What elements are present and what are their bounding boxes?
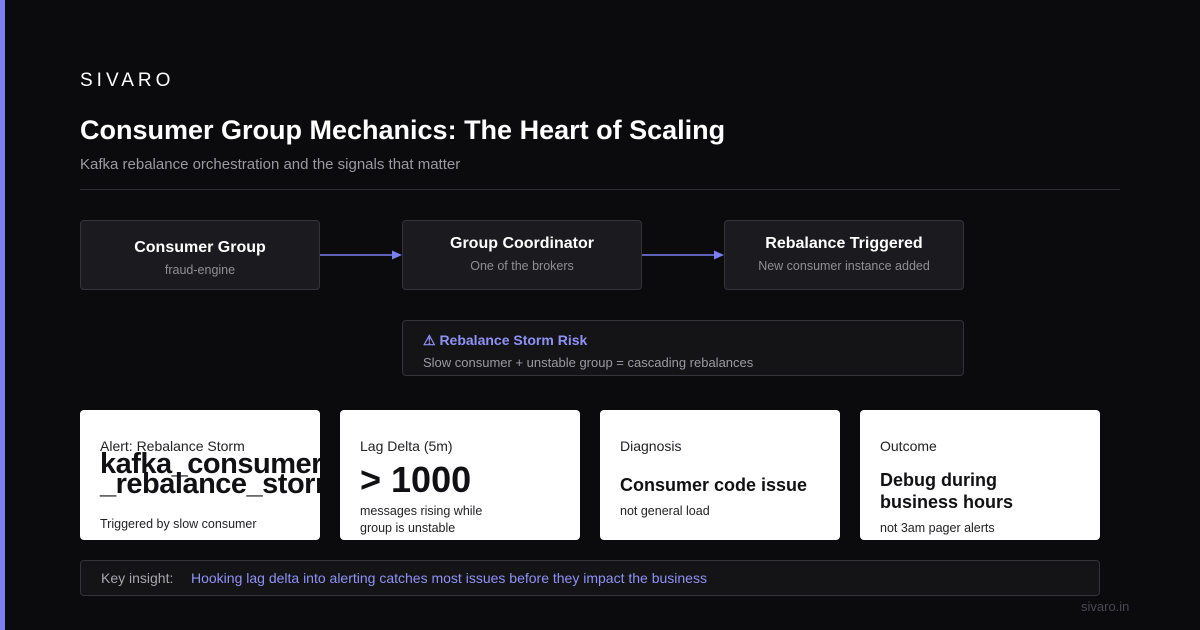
arrow-2 — [642, 250, 724, 260]
flow-node-subtitle: fraud-engine — [164, 263, 236, 277]
flow-node-title: Consumer Group — [134, 239, 266, 256]
card-diagnosis: Diagnosis Consumer code issue not genera… — [600, 410, 840, 540]
page-title: Consumer Group Mechanics: The Heart of S… — [80, 115, 726, 145]
card-footer: messages rising while group is unstable — [360, 504, 483, 535]
card-value: > 1000 — [360, 459, 472, 500]
card-value: kafka_consumer _rebalance_storm — [100, 450, 320, 500]
insight-label: Key insight: — [101, 570, 174, 586]
flow-node-subtitle: New consumer instance added — [758, 259, 930, 273]
card-value: Debug during business hours — [880, 470, 1014, 512]
risk-title: ⚠ Rebalance Storm Risk — [423, 332, 588, 348]
card-value-line: _rebalance_storm — [100, 468, 320, 500]
flow-node-title: Rebalance Triggered — [765, 235, 923, 252]
rebalance-storm-risk-box: ⚠ Rebalance Storm Risk Slow consumer + u… — [402, 320, 964, 376]
card-label: Diagnosis — [620, 438, 682, 454]
card-footer: not general load — [620, 504, 710, 518]
card-outcome: Outcome Debug during business hours not … — [860, 410, 1100, 540]
flow-node-consumer-group: Consumer Group fraud-engine — [80, 220, 320, 290]
key-insight-bar: Key insight: Hooking lag delta into aler… — [80, 560, 1100, 596]
header-divider — [80, 189, 1120, 190]
accent-bar — [0, 0, 5, 630]
card-value: Consumer code issue — [620, 475, 808, 495]
card-lag-delta: Lag Delta (5m) > 1000 messages rising wh… — [340, 410, 580, 540]
risk-description: Slow consumer + unstable group = cascadi… — [423, 355, 754, 370]
flow-node-subtitle: One of the brokers — [470, 259, 574, 273]
arrow-1 — [320, 250, 402, 260]
card-label: Outcome — [880, 438, 937, 454]
flow-node-title: Group Coordinator — [450, 235, 594, 252]
page-subtitle: Kafka rebalance orchestration and the si… — [80, 156, 461, 173]
card-label: Lag Delta (5m) — [360, 438, 453, 454]
flow-node-rebalance-triggered: Rebalance Triggered New consumer instanc… — [724, 220, 964, 290]
card-footer: not 3am pager alerts — [880, 521, 995, 535]
brand-logo-text: SIVARO — [80, 70, 175, 91]
insight-text: Hooking lag delta into alerting catches … — [191, 570, 707, 586]
flow-node-group-coordinator: Group Coordinator One of the brokers — [402, 220, 642, 290]
card-footer: Triggered by slow consumer — [100, 517, 257, 531]
card-alert: Alert: Rebalance Storm kafka_consumer _r… — [80, 410, 320, 540]
footer-url: sivaro.in — [1081, 599, 1130, 614]
